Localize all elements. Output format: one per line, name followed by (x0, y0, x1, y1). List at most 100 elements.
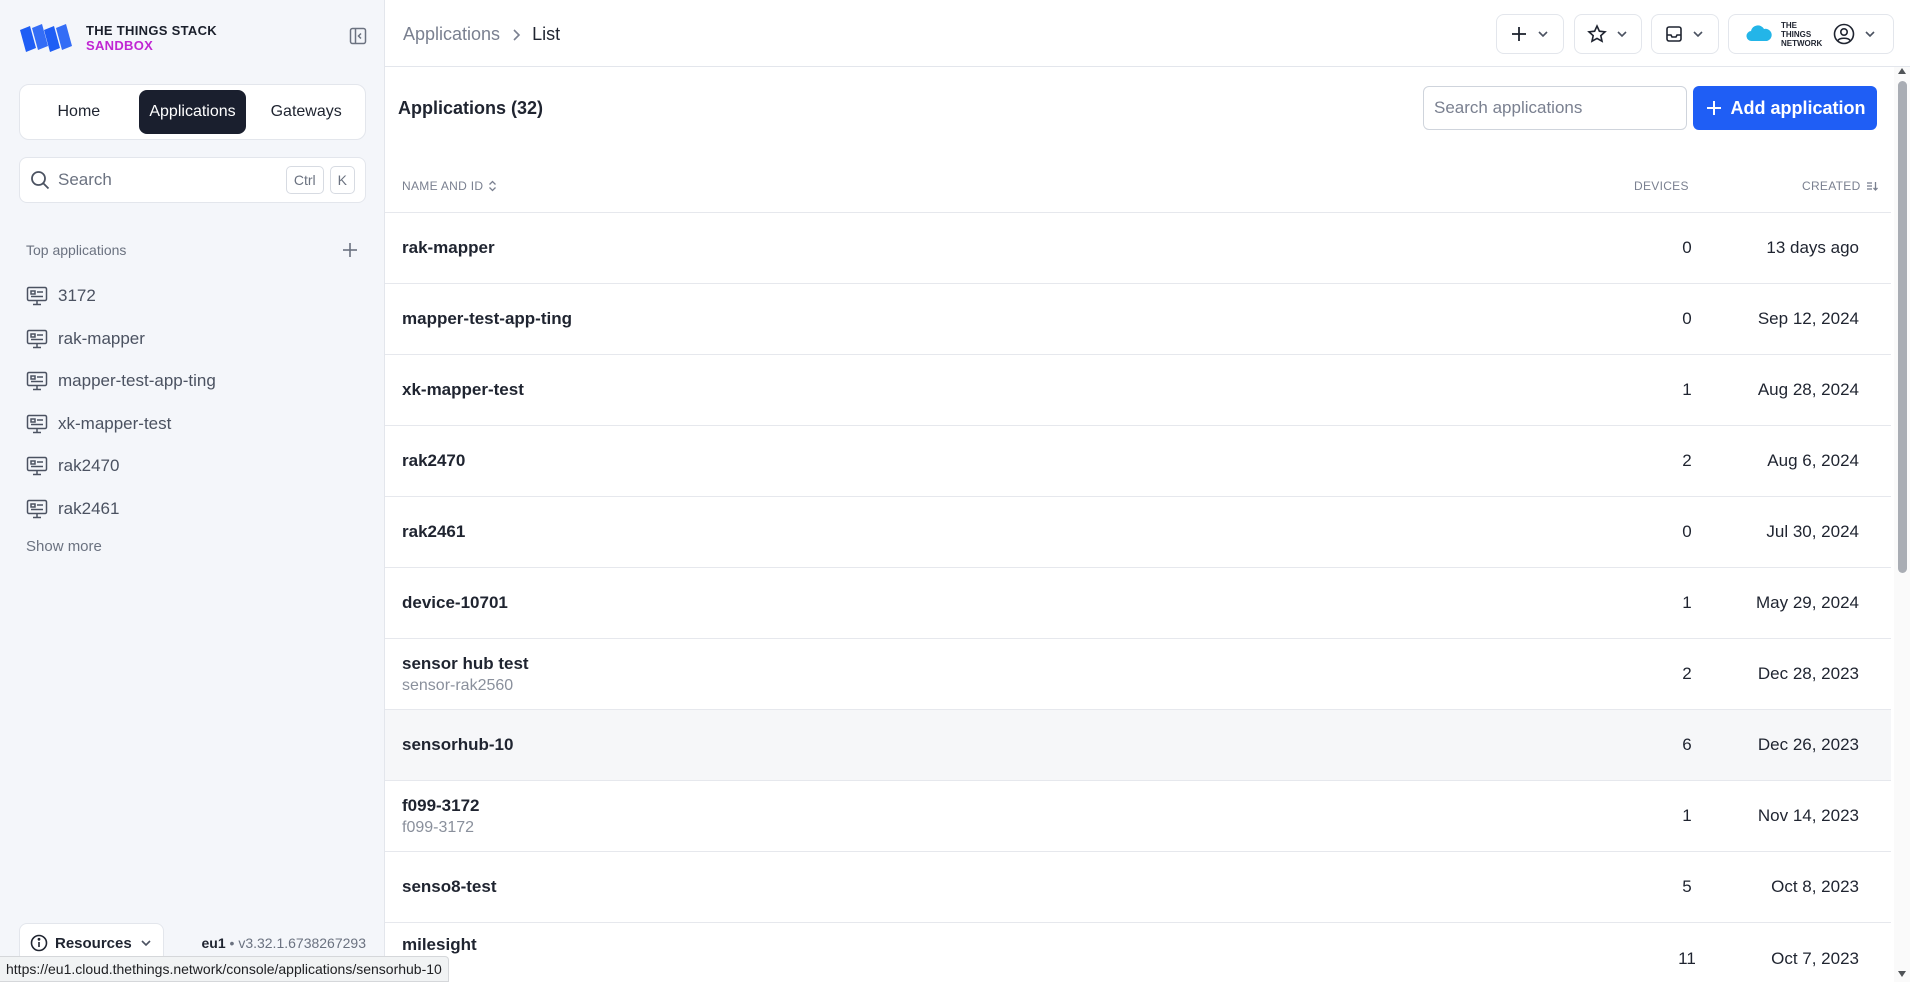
search-applications-input[interactable] (1423, 86, 1687, 130)
plus-icon (1512, 27, 1526, 41)
application-icon (26, 287, 48, 306)
device-count: 0 (1682, 309, 1692, 328)
table-row[interactable]: f099-3172 f099-3172 1 Nov 14, 2023 (385, 781, 1891, 852)
shortcut-ctrl-key: Ctrl (285, 166, 324, 194)
application-icon (26, 499, 48, 518)
device-count: 0 (1682, 238, 1692, 257)
table-row[interactable]: xk-mapper-test 1 Aug 28, 2024 (385, 355, 1891, 426)
sidebar-item-label: rak2461 (58, 498, 120, 518)
app-name: device-10701 (402, 593, 508, 612)
sidebar-search[interactable]: Search Ctrl K (19, 157, 366, 203)
column-header-name-label: NAME AND ID (402, 179, 484, 193)
table-row[interactable]: device-10701 1 May 29, 2024 (385, 568, 1891, 639)
notifications-menu-button[interactable] (1651, 14, 1719, 54)
app-name: sensorhub-10 (402, 735, 514, 754)
sidebar-item-app[interactable]: mapper-test-app-ting (26, 360, 366, 403)
column-header-devices[interactable]: DEVICES (1634, 179, 1689, 193)
scroll-down-arrow-icon[interactable] (1897, 970, 1907, 982)
created-date: May 29, 2024 (1755, 593, 1859, 612)
device-count: 1 (1682, 806, 1692, 825)
brand-title: THE THINGS STACK (86, 23, 217, 38)
create-menu-button[interactable] (1496, 14, 1564, 54)
application-icon (26, 372, 48, 391)
scrollbar-thumb[interactable] (1898, 81, 1907, 573)
created-date: Dec 26, 2023 (1757, 735, 1859, 754)
tab-home[interactable]: Home (25, 90, 133, 134)
shortcut-k-key: K (329, 166, 355, 194)
user-avatar-icon (1833, 23, 1855, 45)
tab-gateways[interactable]: Gateways (252, 90, 360, 134)
sidebar-item-app[interactable]: rak2461 (26, 488, 366, 531)
scrollbar[interactable] (1894, 67, 1910, 982)
breadcrumb: Applications List (403, 24, 560, 45)
sidebar-item-app[interactable]: rak2470 (26, 445, 366, 488)
table-row[interactable]: mapper-test-app-ting 0 Sep 12, 2024 (385, 284, 1891, 355)
chevron-down-icon (141, 940, 151, 947)
cluster-label: eu1 (201, 935, 226, 951)
table-row[interactable]: rak2470 2 Aug 6, 2024 (385, 426, 1891, 497)
bookmarks-menu-button[interactable] (1574, 14, 1642, 54)
column-header-created[interactable]: CREATED (1802, 179, 1878, 193)
account-menu-button[interactable]: THE THINGS NETWORK (1728, 14, 1894, 54)
created-date: Oct 7, 2023 (1771, 949, 1859, 968)
sidebar-item-app[interactable]: rak-mapper (26, 318, 366, 361)
app-name: sensor hub test (402, 653, 529, 673)
created-date: Jul 30, 2024 (1766, 522, 1859, 541)
table-row[interactable]: rak-mapper 0 13 days ago (385, 213, 1891, 284)
breadcrumb-current: List (532, 24, 561, 44)
sidebar-item-app[interactable]: xk-mapper-test (26, 403, 366, 446)
table-row[interactable]: rak2461 0 Jul 30, 2024 (385, 497, 1891, 568)
brand-logo[interactable]: THE THINGS STACK SANDBOX (18, 20, 217, 56)
info-icon (30, 934, 48, 952)
cloud-logo-icon (1746, 25, 1772, 42)
scroll-up-arrow-icon[interactable] (1897, 67, 1907, 79)
table-row[interactable]: sensor hub test sensor-rak2560 2 Dec 28,… (385, 639, 1891, 710)
device-count: 2 (1682, 451, 1692, 470)
status-bar-url: https://eu1.cloud.thethings.network/cons… (0, 956, 449, 982)
app-id: sensor-rak2560 (402, 676, 514, 694)
device-count: 11 (1678, 949, 1696, 968)
sidebar-item-app[interactable]: 3172 (26, 275, 366, 318)
app-name: xk-mapper-test (402, 380, 524, 399)
column-header-created-label: CREATED (1802, 179, 1861, 193)
plus-icon (1706, 101, 1721, 115)
device-count: 1 (1682, 593, 1692, 612)
collapse-sidebar-button[interactable] (347, 25, 369, 47)
sidebar-collapse-icon (349, 27, 367, 45)
add-top-application-button[interactable] (342, 242, 358, 258)
device-count: 1 (1682, 380, 1692, 399)
sidebar: THE THINGS STACK SANDBOX Home Applicatio… (0, 0, 385, 982)
column-header-name[interactable]: NAME AND ID (402, 179, 497, 193)
tab-applications[interactable]: Applications (138, 90, 247, 134)
column-header-devices-label: DEVICES (1634, 179, 1689, 193)
section-switcher: Home Applications Gateways (19, 84, 366, 140)
ttn-logo-text: THE THINGS NETWORK (1781, 20, 1823, 48)
app-name: mapper-test-app-ting (402, 309, 572, 328)
applications-table: rak-mapper 0 13 days ago mapper-test-app… (385, 212, 1891, 982)
search-icon (31, 171, 50, 190)
top-applications-label: Top applications (26, 242, 127, 258)
table-row[interactable]: senso8-test 5 Oct 8, 2023 (385, 852, 1891, 923)
tts-logo-icon (20, 24, 72, 52)
chevron-down-icon (1538, 31, 1548, 38)
top-applications-header: Top applications (26, 242, 358, 258)
table-row[interactable]: milesight 11 Oct 7, 2023 (385, 923, 1891, 982)
star-icon (1587, 24, 1607, 43)
sidebar-item-label: rak2470 (58, 456, 120, 476)
created-date: Sep 12, 2024 (1757, 309, 1859, 328)
chevron-down-icon (1617, 31, 1627, 38)
chevron-down-icon (1693, 31, 1703, 38)
application-icon (26, 329, 48, 348)
table-row[interactable]: sensorhub-10 6 Dec 26, 2023 (385, 710, 1891, 781)
device-count: 0 (1682, 522, 1692, 541)
show-more-link[interactable]: Show more (26, 538, 102, 555)
sort-descending-icon (1866, 182, 1878, 191)
main-content: Applications (32) Add application NAME A… (385, 67, 1910, 982)
inbox-icon (1666, 26, 1682, 42)
page-title: Applications (32) (398, 98, 544, 118)
resources-label: Resources (55, 934, 132, 952)
created-date: Nov 14, 2023 (1757, 806, 1859, 825)
add-application-button[interactable]: Add application (1693, 86, 1877, 130)
breadcrumb-applications[interactable]: Applications (403, 24, 500, 45)
brand-subtitle: SANDBOX (86, 38, 154, 53)
